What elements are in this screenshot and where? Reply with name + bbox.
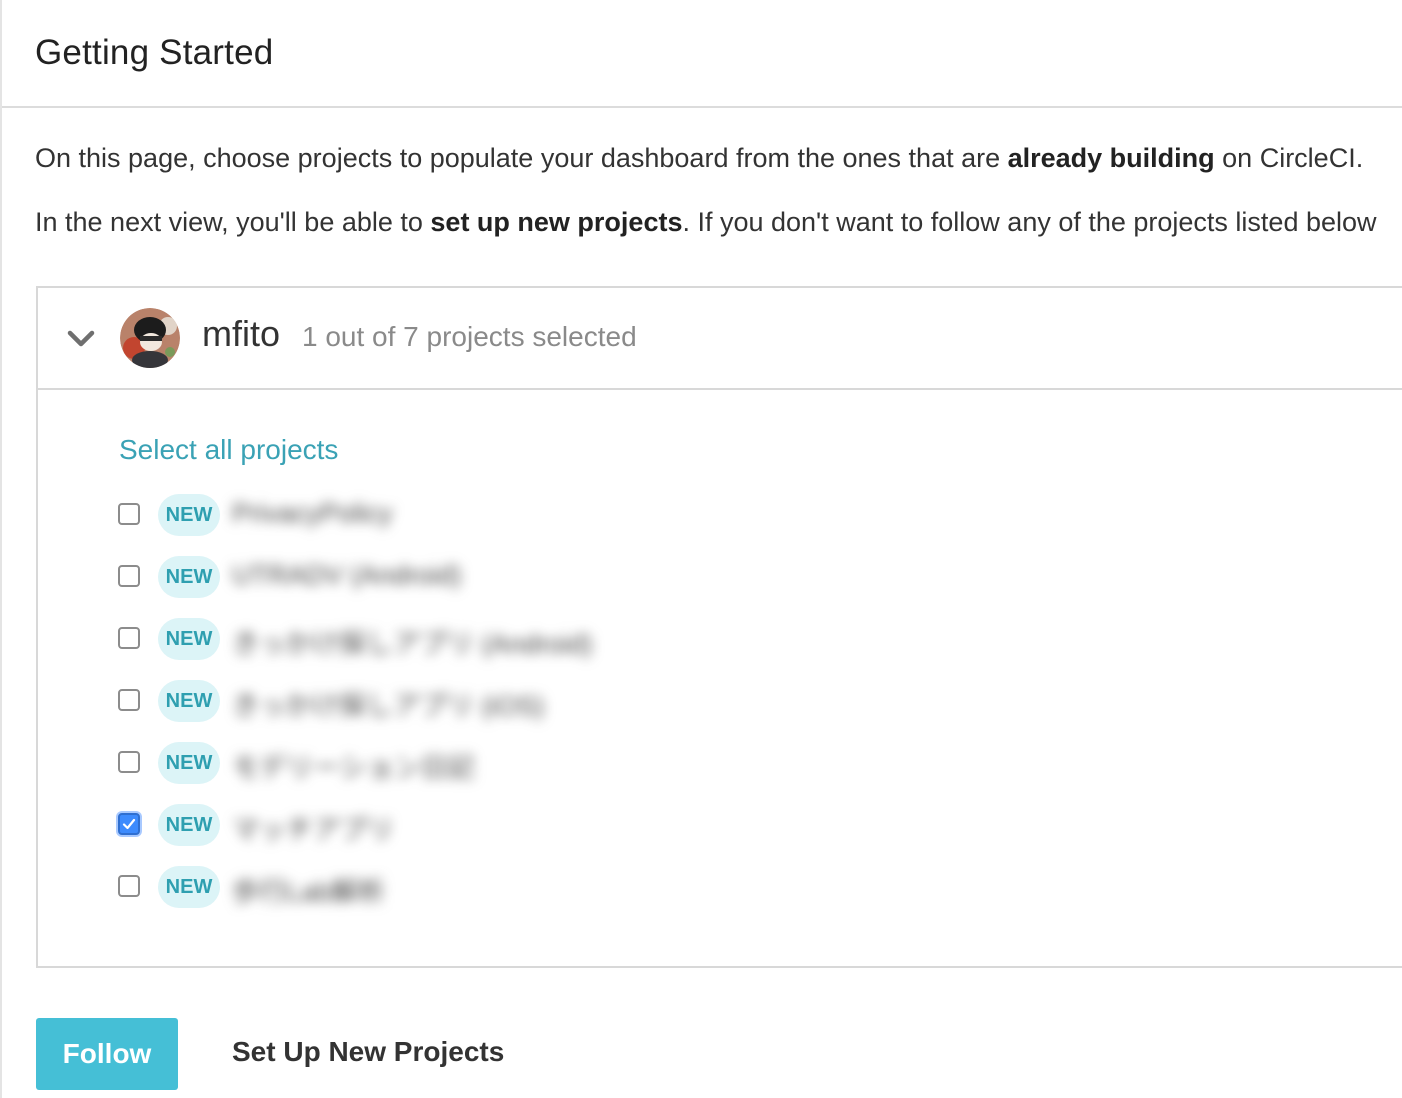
project-checkbox[interactable] [118, 689, 140, 711]
project-row[interactable]: NEW きっかけ探しアプリ (Android) [118, 618, 818, 662]
project-checkbox[interactable] [118, 875, 140, 897]
project-row[interactable]: NEW 歩行Lab解析 [118, 866, 818, 910]
setup-new-projects-button[interactable]: Set Up New Projects [232, 1036, 504, 1068]
project-row[interactable]: NEW マッチアプリ [118, 804, 818, 848]
selection-count: 1 out of 7 projects selected [302, 321, 637, 352]
project-checkbox[interactable] [118, 503, 140, 525]
org-header[interactable]: mfito 1 out of 7 projects selected [38, 288, 1402, 390]
page-title: Getting Started [35, 33, 274, 72]
org-name: mfito [202, 313, 281, 354]
project-name: UTRADV (Android) [232, 560, 462, 590]
project-name: きっかけ探しアプリ (Android) [232, 629, 593, 659]
avatar [120, 308, 180, 368]
project-name: 歩行Lab解析 [232, 877, 386, 907]
project-name: マッチアプリ [232, 815, 394, 845]
select-all-link[interactable]: Select all projects [119, 434, 338, 466]
new-badge: NEW [158, 680, 220, 722]
new-badge: NEW [158, 804, 220, 846]
project-row[interactable]: NEW モデリーション日記 [118, 742, 818, 786]
new-badge: NEW [158, 866, 220, 908]
project-name: PrivacyPolicy [232, 498, 393, 528]
project-name: きっかけ探しアプリ (iOS) [232, 691, 545, 721]
intro-2-before: In the next view, you'll be able to [35, 207, 431, 237]
chevron-down-icon[interactable] [66, 326, 96, 350]
new-badge: NEW [158, 494, 220, 536]
new-badge: NEW [158, 556, 220, 598]
project-checkbox[interactable] [118, 627, 140, 649]
new-badge: NEW [158, 742, 220, 784]
project-checkbox[interactable] [118, 565, 140, 587]
follow-button[interactable]: Follow [36, 1018, 178, 1090]
checkmark-icon [122, 818, 136, 830]
new-badge: NEW [158, 618, 220, 660]
intro-1-before: On this page, choose projects to populat… [35, 143, 1008, 173]
intro-2-after: . If you don't want to follow any of the… [682, 207, 1377, 237]
intro-text-2: In the next view, you'll be able to set … [35, 207, 1377, 238]
intro-1-bold: already building [1007, 143, 1215, 173]
intro-2-bold: set up new projects [430, 207, 683, 237]
project-row[interactable]: NEW きっかけ探しアプリ (iOS) [118, 680, 818, 724]
org-panel: mfito 1 out of 7 projects selected Selec… [36, 286, 1402, 968]
project-checkbox[interactable] [118, 751, 140, 773]
project-name: モデリーション日記 [232, 753, 475, 783]
page-header: Getting Started [2, 0, 1402, 108]
project-row[interactable]: NEW UTRADV (Android) [118, 556, 818, 600]
project-row[interactable]: NEW PrivacyPolicy [118, 494, 818, 538]
getting-started-page: Getting Started On this page, choose pro… [0, 0, 1402, 1098]
intro-text-1: On this page, choose projects to populat… [35, 143, 1363, 174]
intro-1-after: on CircleCI. [1214, 143, 1364, 173]
project-checkbox[interactable] [118, 813, 140, 835]
